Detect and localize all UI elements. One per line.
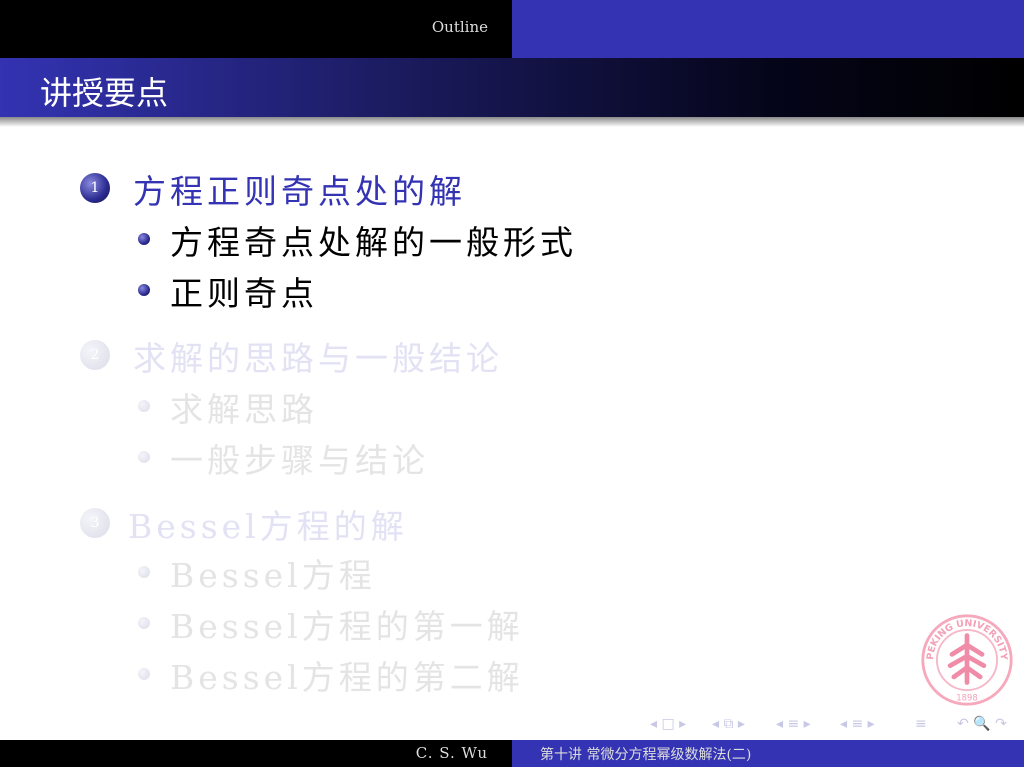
footer-left: C. S. Wu <box>0 740 512 767</box>
frame-title: 讲授要点 <box>40 74 169 112</box>
header-left: Outline <box>0 0 512 58</box>
university-logo: PEKING UNIVERSITY 1898 <box>921 614 1013 706</box>
nav-document-icon[interactable]: ≡ <box>915 716 927 732</box>
nav-frame-icon[interactable]: ◂ □ ▸ <box>650 716 686 732</box>
bullet-icon <box>138 566 150 578</box>
subsection-title: 方程奇点处解的一般形式 <box>170 223 577 262</box>
footer-bar: C. S. Wu 第十讲 常微分方程幂级数解法(二) <box>0 740 1024 767</box>
bullet-icon <box>138 617 150 629</box>
bullet-icon <box>138 233 150 245</box>
section-title: 求解的思路与一般结论 <box>133 339 503 378</box>
header-bar: Outline <box>0 0 1024 58</box>
subsection-title: 正则奇点 <box>170 274 318 313</box>
section-title: 方程正则奇点处的解 <box>133 172 466 211</box>
section-title: Bessel方程的解 <box>128 507 408 546</box>
nav-subsection-alt-icon[interactable]: ◂ ≡ ▸ <box>840 716 875 732</box>
nav-subsection-icon[interactable]: ◂ ⧉ ▸ <box>712 716 745 732</box>
frame-title-bar: 讲授要点 <box>0 58 1024 117</box>
bullet-icon <box>138 668 150 680</box>
bullet-icon <box>138 400 150 412</box>
nav-section-icon[interactable]: ◂ ≡ ▸ <box>776 716 811 732</box>
logo-year: 1898 <box>956 692 978 702</box>
section-number-ball: 1 <box>80 173 110 203</box>
subsection-title: Bessel方程 <box>170 556 376 595</box>
subsection-title: 求解思路 <box>170 390 318 429</box>
subsection-title: Bessel方程的第二解 <box>170 658 524 697</box>
footer-author: C. S. Wu <box>415 744 488 762</box>
title-shadow <box>0 117 1024 127</box>
bullet-icon <box>138 451 150 463</box>
nav-back-search-forward-icon[interactable]: ↶ 🔍 ↷ <box>957 716 1007 732</box>
section-nav-outline[interactable]: Outline <box>432 18 488 36</box>
section-number-ball: 3 <box>80 508 110 538</box>
footer-right: 第十讲 常微分方程幂级数解法(二) <box>512 740 1024 767</box>
footer-title: 第十讲 常微分方程幂级数解法(二) <box>540 747 752 763</box>
section-number-ball: 2 <box>80 340 110 370</box>
bullet-icon <box>138 284 150 296</box>
subsection-title: Bessel方程的第一解 <box>170 607 524 646</box>
header-right <box>512 0 1024 58</box>
subsection-title: 一般步骤与结论 <box>170 441 429 480</box>
